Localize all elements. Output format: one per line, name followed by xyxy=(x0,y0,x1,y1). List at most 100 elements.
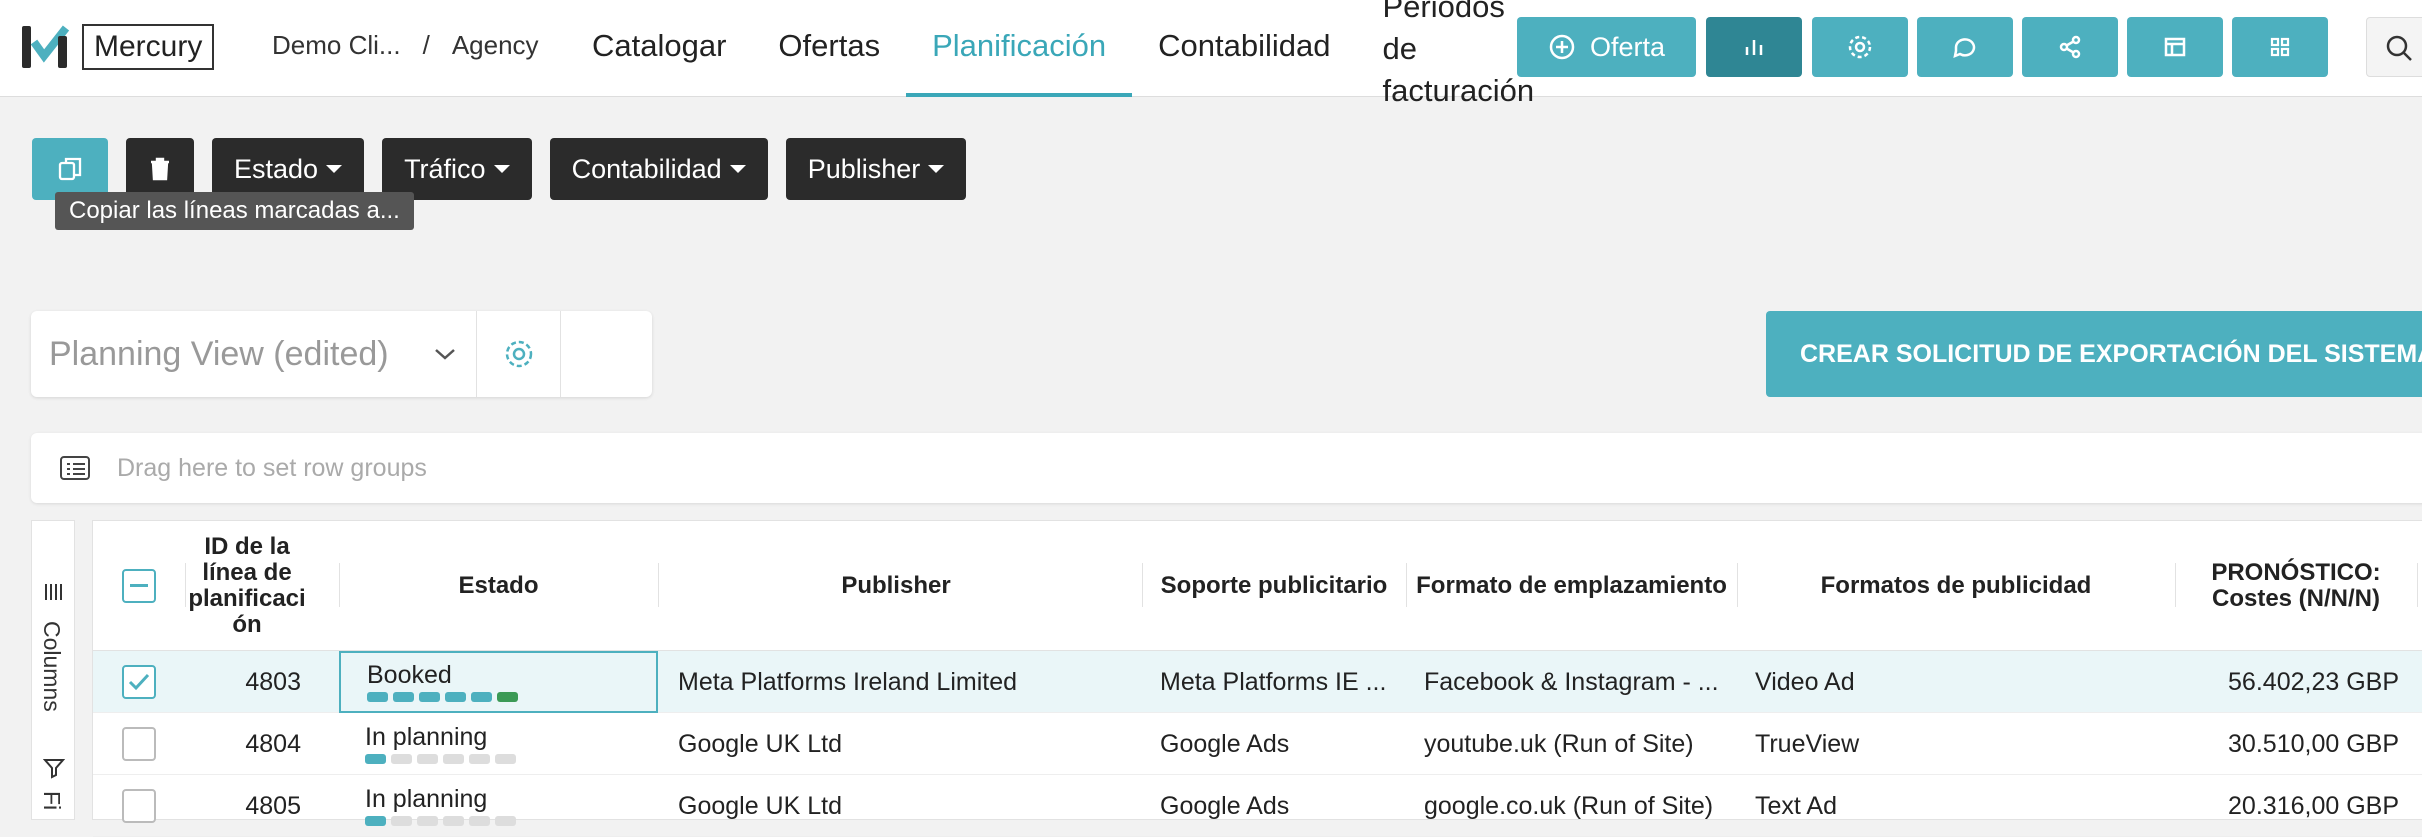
select-all-checkbox[interactable] xyxy=(122,569,156,603)
progress-step xyxy=(417,754,438,764)
nav-ofertas[interactable]: Ofertas xyxy=(752,0,906,97)
header-pronostico-costes[interactable]: PRONÓSTICO: Costes (N/N/N) xyxy=(2175,521,2417,651)
cell-formato-emplazamiento: google.co.uk (Run of Site) xyxy=(1424,791,1714,820)
nav-planificacion[interactable]: Planificación xyxy=(906,0,1133,97)
header-formatos-publicidad[interactable]: Formatos de publicidad xyxy=(1737,521,2175,651)
view-extra-slot xyxy=(561,311,652,397)
export-accounting-request-button[interactable]: CREAR SOLICITUD DE EXPORTACIÓN DEL SISTE… xyxy=(1766,311,2422,397)
share-button[interactable] xyxy=(2022,17,2118,77)
app-name: Mercury xyxy=(82,24,215,70)
publisher-dropdown[interactable]: Publisher xyxy=(785,138,967,200)
row-group-placeholder: Drag here to set row groups xyxy=(117,453,427,482)
copy-lines-button[interactable] xyxy=(32,138,108,200)
row-groups-icon xyxy=(60,456,90,480)
trafico-dropdown[interactable]: Tráfico xyxy=(382,138,532,200)
header-id-line-1: ID de la xyxy=(204,533,290,560)
estado-dropdown-label: Estado xyxy=(234,153,319,184)
progress-step xyxy=(469,754,490,764)
cell-formato-emplazamiento: youtube.uk (Run of Site) xyxy=(1424,729,1694,758)
action-bar: Estado Tráfico Contabilidad Publisher xyxy=(32,138,967,200)
progress-step xyxy=(393,692,414,702)
header-publisher[interactable]: Publisher xyxy=(658,521,1134,651)
view-dropdown-value: Planning View (edited) xyxy=(49,334,389,373)
filter-icon xyxy=(43,759,65,779)
progress-step xyxy=(495,816,516,826)
row-group-dropzone[interactable]: Drag here to set row groups xyxy=(31,433,2422,503)
nav-billing-line-3: facturación xyxy=(1382,73,1535,108)
progress-step xyxy=(469,816,490,826)
table-row[interactable]: 4804 In planning Google UK Ltd Google Ads yo… xyxy=(93,713,2422,775)
nav-catalogar[interactable]: Catalogar xyxy=(566,0,752,97)
header-estado[interactable]: Estado xyxy=(339,521,658,651)
search-icon xyxy=(2386,35,2412,61)
cell-estado[interactable]: Booked xyxy=(339,651,658,713)
cell-pronostico-costes: 20.316,00 GBP xyxy=(2228,791,2399,820)
cell-id: 4805 xyxy=(245,791,301,820)
copy-tooltip: Copiar las líneas marcadas a... xyxy=(55,192,414,230)
header-formato-emplazamiento[interactable]: Formato de emplazamiento xyxy=(1406,521,1737,651)
row-select-cell xyxy=(93,651,185,713)
columns-tab[interactable]: Columns xyxy=(38,621,65,712)
columns-icon xyxy=(45,584,62,600)
cell-publisher: Google UK Ltd xyxy=(678,729,842,758)
table-row[interactable]: 4803 Booked Meta Platforms Ireland Limited… xyxy=(93,651,2422,713)
row-select-cell xyxy=(93,713,185,775)
layout-button[interactable] xyxy=(2127,17,2223,77)
header-soporte[interactable]: Soporte publicitario xyxy=(1142,521,1406,651)
cell-publisher: Google UK Ltd xyxy=(678,791,842,820)
cell-pronostico-costes: 56.402,23 GBP xyxy=(2228,667,2399,696)
cell-publisher: Meta Platforms Ireland Limited xyxy=(678,667,1018,696)
select-all-cell xyxy=(93,521,185,651)
copy-icon xyxy=(58,157,82,181)
view-dropdown[interactable]: Planning View (edited) xyxy=(31,311,477,397)
comments-button[interactable] xyxy=(1917,17,2013,77)
nav-periodos-facturacion[interactable]: Periodos de facturación xyxy=(1356,0,1536,108)
cell-pronostico-costes: 30.510,00 GBP xyxy=(2228,729,2399,758)
new-offer-button[interactable]: Oferta xyxy=(1517,17,1696,77)
progress-step xyxy=(365,754,386,764)
contabilidad-dropdown-label: Contabilidad xyxy=(571,153,722,184)
status-text: In planning xyxy=(365,785,488,813)
header-id[interactable]: ID de la línea de planificaci ón xyxy=(185,521,309,651)
caret-down-icon xyxy=(326,165,343,173)
cell-estado[interactable]: In planning xyxy=(339,713,658,775)
settings-button[interactable] xyxy=(1812,17,1908,77)
breadcrumb-agency[interactable]: Agency xyxy=(452,30,539,61)
side-tool-panel: Columns Fi xyxy=(31,520,75,820)
nav-billing-line-1: Periodos xyxy=(1382,0,1505,24)
publisher-dropdown-label: Publisher xyxy=(807,153,921,184)
grid-icon xyxy=(2270,37,2290,57)
search-button[interactable] xyxy=(2366,17,2422,77)
row-checkbox[interactable] xyxy=(122,727,156,761)
app-logo[interactable]: Mercury xyxy=(20,22,215,72)
status-progress xyxy=(365,816,516,826)
progress-step xyxy=(443,816,464,826)
estado-dropdown[interactable]: Estado xyxy=(212,138,365,200)
cell-id: 4803 xyxy=(245,667,301,696)
charts-button[interactable] xyxy=(1706,17,1802,77)
delete-button[interactable] xyxy=(126,138,194,200)
grid-header: ID de la línea de planificaci ón Estado … xyxy=(93,521,2422,651)
cell-formatos-publicidad: Video Ad xyxy=(1755,667,1855,696)
row-checkbox[interactable] xyxy=(122,789,156,823)
status-text: In planning xyxy=(365,723,488,751)
layout-icon xyxy=(2164,37,2186,57)
row-checkbox[interactable] xyxy=(122,665,156,699)
view-settings-button[interactable] xyxy=(477,311,561,397)
breadcrumb: Demo Cli... / Agency xyxy=(272,30,539,61)
breadcrumb-client[interactable]: Demo Cli... xyxy=(272,30,401,61)
cell-soporte: Meta Platforms IE ... xyxy=(1160,667,1387,696)
planning-grid: ID de la línea de planificaci ón Estado … xyxy=(92,520,2422,837)
header-id-line-2: línea de xyxy=(202,559,292,586)
main-nav: Catalogar Ofertas Planificación Contabil… xyxy=(566,0,1536,108)
table-row[interactable]: 4805 In planning Google UK Ltd Google Ads go… xyxy=(93,775,2422,837)
grid-view-button[interactable] xyxy=(2232,17,2328,77)
caret-down-icon xyxy=(729,165,746,173)
filters-tab[interactable]: Fi xyxy=(38,791,65,810)
nav-contabilidad[interactable]: Contabilidad xyxy=(1132,0,1356,97)
plus-circle-icon xyxy=(1549,34,1575,60)
progress-step xyxy=(391,754,412,764)
contabilidad-dropdown[interactable]: Contabilidad xyxy=(549,138,768,200)
cell-estado[interactable]: In planning xyxy=(339,775,658,837)
status-progress xyxy=(367,692,518,702)
